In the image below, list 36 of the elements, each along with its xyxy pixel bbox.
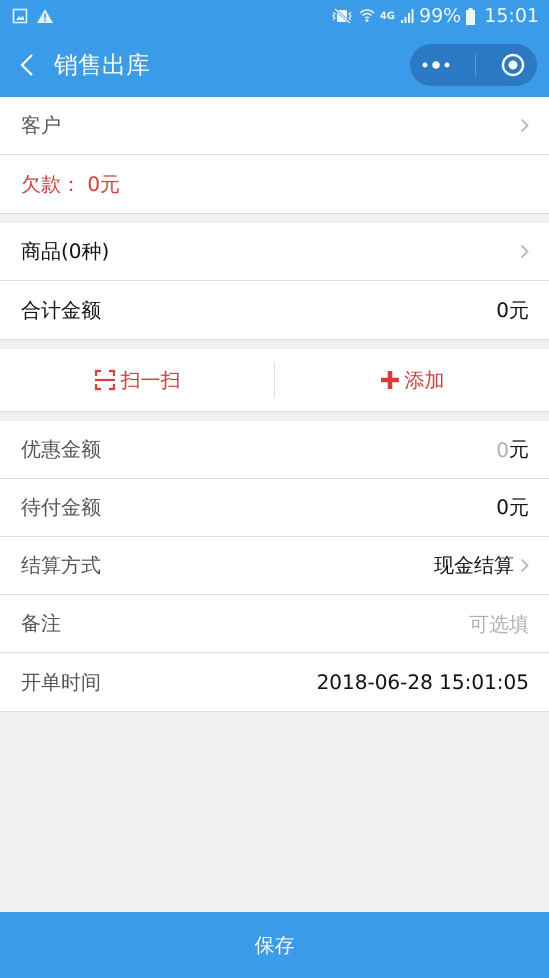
field-label: 备注 (21, 610, 61, 637)
image-icon (12, 8, 28, 24)
field-value: 0元 (496, 494, 529, 521)
warning-icon (36, 8, 54, 24)
field-value: 2018-06-28 15:01:05 (316, 670, 529, 694)
page-title: 销售出库 (54, 50, 151, 80)
field-value[interactable]: 现金结算 (434, 552, 514, 579)
more-icon[interactable] (422, 60, 450, 70)
amount-input[interactable]: 0 (495, 438, 509, 462)
field-value: 0元 (496, 296, 529, 324)
field-label: 优惠金额 (21, 436, 101, 463)
battery-percent: 99% (419, 5, 462, 27)
field-label: 开单时间 (21, 668, 101, 696)
save-button[interactable]: 保存 (0, 912, 549, 978)
scan-icon (94, 369, 116, 391)
chevron-right-icon[interactable] (520, 244, 529, 259)
scan-button[interactable]: 扫一扫 (90, 362, 184, 398)
signal-icon (400, 8, 414, 24)
debt-text: 欠款： 0元 (21, 170, 120, 198)
chevron-right-icon[interactable] (520, 558, 529, 573)
back-icon[interactable] (20, 52, 34, 76)
plus-icon (380, 370, 400, 390)
field-label: 待付金额 (21, 494, 101, 521)
add-button[interactable]: 添加 (376, 362, 448, 398)
currency-unit: 元 (509, 436, 529, 463)
field-label: 合计金额 (21, 296, 101, 324)
vibrate-mute-icon (330, 8, 354, 24)
field-label: 商品(0种) (21, 238, 110, 265)
chevron-right-icon[interactable] (520, 118, 529, 133)
network-label: 4G (380, 11, 395, 22)
field-label: 客户 (21, 112, 61, 139)
status-time: 15:01 (484, 5, 539, 27)
field-label: 结算方式 (21, 552, 101, 579)
wifi-icon (358, 8, 375, 24)
battery-icon (466, 8, 476, 24)
remark-input[interactable]: 可选填 (409, 612, 529, 636)
